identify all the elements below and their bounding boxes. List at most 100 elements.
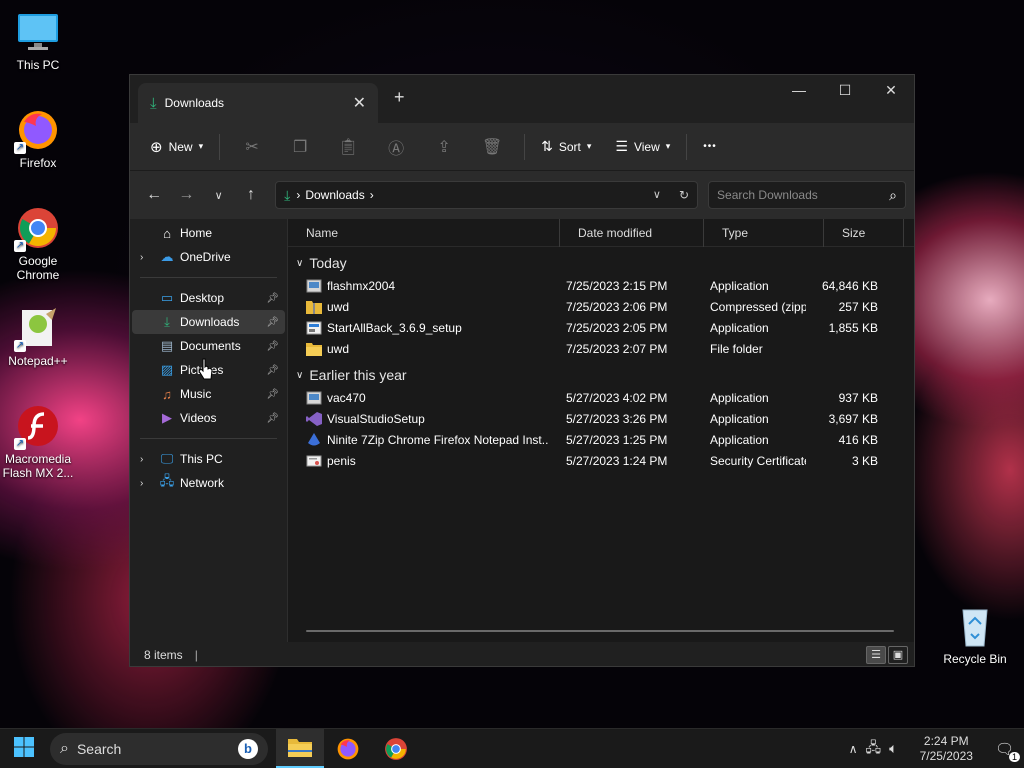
pin-icon[interactable]: 📌︎ [266,341,279,352]
forward-button[interactable]: → [170,186,202,204]
column-header-date[interactable]: Date modified [560,218,704,247]
view-button[interactable]: ☰ View ▾ [607,131,678,163]
file-row[interactable]: vac470 5/27/2023 4:02 PM Application 937 KB [288,387,914,408]
chrome-icon: ↗ [14,206,60,252]
desktop-icon-notepadpp[interactable]: ↗ Notepad++ [0,306,76,368]
desktop-icon-chrome[interactable]: ↗ Google Chrome [0,206,76,282]
share-icon[interactable]: ⇪ [420,137,468,157]
file-row[interactable]: StartAllBack_3.6.9_setup 7/25/2023 2:05 P… [288,317,914,338]
horizontal-scrollbar[interactable] [306,630,894,632]
file-explorer-window: ⤓ Downloads ✕ + — ☐ ✕ ⊕ New ▾ ✂ ❐ 📋︎ Ⓐ ⇪… [129,74,915,667]
nav-item-documents[interactable]: ▤ Documents 📌︎ [132,334,285,358]
minimize-button[interactable]: — [776,75,822,105]
up-button[interactable]: ↑ [235,186,267,204]
back-button[interactable]: ← [138,186,170,204]
more-options-button[interactable]: ••• [695,131,725,163]
column-header-name[interactable]: Name [288,218,560,247]
column-header-type[interactable]: Type [704,218,824,247]
desktop-icon-recycle-bin[interactable]: Recycle Bin [937,604,1013,666]
paste-icon[interactable]: 📋︎ [324,137,372,157]
file-name: flashmx2004 [327,278,396,293]
desktop-icon-label: Notepad++ [8,354,68,368]
rename-icon[interactable]: Ⓐ [372,135,420,159]
breadcrumb-separator-icon[interactable]: › [370,188,374,202]
address-history-dropdown-icon[interactable]: ∨ [653,188,661,202]
column-header-size[interactable]: Size [824,218,904,247]
maximize-button[interactable]: ☐ [822,75,868,105]
chevron-down-icon[interactable]: ∨ [296,370,303,381]
file-date: 5/27/2023 1:24 PM [566,453,668,468]
file-type: Compressed (zipp... [710,299,806,314]
new-tab-button[interactable]: + [394,87,405,108]
pin-icon[interactable]: 📌︎ [266,293,279,304]
group-label: Today [309,255,347,271]
chevron-right-icon[interactable]: › [140,252,158,263]
nav-item-this-pc[interactable]: › 🖵︎ This PC [132,447,285,471]
file-row[interactable]: penis 5/27/2023 1:24 PM Security Certifica… [288,450,914,471]
nav-item-desktop[interactable]: ▭ Desktop 📌︎ [132,286,285,310]
desktop-icon-this-pc[interactable]: This PC [0,10,76,72]
details-view-button[interactable]: ☰ [866,646,886,664]
taskbar-file-explorer[interactable] [276,728,324,768]
nav-item-downloads[interactable]: ⤓ Downloads 📌︎ [132,310,285,334]
refresh-icon[interactable]: ↻ [679,188,689,202]
nav-label: Documents [180,339,241,353]
taskbar-chrome[interactable] [372,729,420,768]
notification-button[interactable]: 🗨︎ 1 [995,740,1020,762]
close-tab-icon[interactable]: ✕ [353,93,366,113]
chevron-down-icon: ▾ [198,141,204,151]
file-size: 416 KB [838,432,878,447]
chevron-down-icon[interactable]: ∨ [296,258,303,269]
delete-icon[interactable]: 🗑︎ [468,137,516,157]
recent-locations-button[interactable]: ∨ [203,189,235,202]
tab-downloads[interactable]: ⤓ Downloads ✕ [138,83,378,123]
pin-icon[interactable]: 📌︎ [266,317,279,328]
chevron-up-icon[interactable]: ∧ [849,742,858,756]
search-icon[interactable]: ⌕ [889,187,897,204]
taskbar-search[interactable]: ⌕ Search b [50,732,268,765]
network-status-icon[interactable]: 🖧︎ [866,737,882,761]
file-row[interactable]: flashmx2004 7/25/2023 2:15 PM Application 6… [288,275,914,296]
file-row[interactable]: Ninite 7Zip Chrome Firefox Notepad Inst.… [288,429,914,450]
tiles-view-button[interactable]: ▣ [888,646,908,664]
volume-icon[interactable]: 🔈︎ [889,740,897,757]
desktop-icon-flash[interactable]: ↗ Macromedia Flash MX 2... [0,404,76,480]
view-list-icon: ☰ [615,138,628,154]
file-name: vac470 [327,390,366,405]
desktop-icon-firefox[interactable]: ↗ Firefox [0,108,76,170]
file-size: 937 KB [838,390,878,405]
cut-icon[interactable]: ✂ [228,137,276,157]
file-row[interactable]: uwd 7/25/2023 2:06 PM Compressed (zipp... 2… [288,296,914,317]
close-button[interactable]: ✕ [868,75,914,105]
column-headers: Name Date modified Type Size [288,218,914,247]
mouse-cursor [198,358,214,383]
new-button[interactable]: ⊕ New ▾ [142,131,211,163]
group-header-earlier[interactable]: ∨ Earlier this year [288,363,914,387]
breadcrumb-downloads[interactable]: Downloads [305,188,364,202]
search-input[interactable] [717,188,890,202]
file-name: StartAllBack_3.6.9_setup [327,320,462,335]
file-row[interactable]: uwd 7/25/2023 2:07 PM File folder [288,338,914,359]
group-header-today[interactable]: ∨ Today [288,251,914,275]
nav-item-network[interactable]: › 🖧︎ Network [132,471,285,495]
address-bar[interactable]: ⤓ › Downloads › ∨ ↻ [275,181,699,209]
pin-icon[interactable]: 📌︎ [266,413,279,424]
nav-item-videos[interactable]: ▶ Videos 📌︎ [132,406,285,430]
chevron-right-icon[interactable]: › [140,454,158,465]
pin-icon[interactable]: 📌︎ [266,365,279,376]
clock[interactable]: 2:24 PM 7/25/2023 [920,734,973,764]
search-box[interactable]: ⌕ [708,181,907,209]
taskbar-firefox[interactable] [324,729,372,768]
nav-item-music[interactable]: ♫ Music 📌︎ [132,382,285,406]
bing-icon[interactable]: b [238,738,258,759]
pin-icon[interactable]: 📌︎ [266,389,279,400]
new-label: New [168,139,193,154]
start-button[interactable] [0,736,48,761]
copy-icon[interactable]: ❐ [276,137,324,157]
nav-item-onedrive[interactable]: › ☁ OneDrive [132,245,285,269]
chevron-right-icon[interactable]: › [140,478,158,489]
status-bar: 8 items | ☰ ▣ [130,642,914,668]
nav-item-home[interactable]: ⌂ Home [132,221,285,245]
file-row[interactable]: VisualStudioSetup 5/27/2023 3:26 PM Applic… [288,408,914,429]
sort-button[interactable]: ⇅ Sort ▾ [533,131,599,163]
